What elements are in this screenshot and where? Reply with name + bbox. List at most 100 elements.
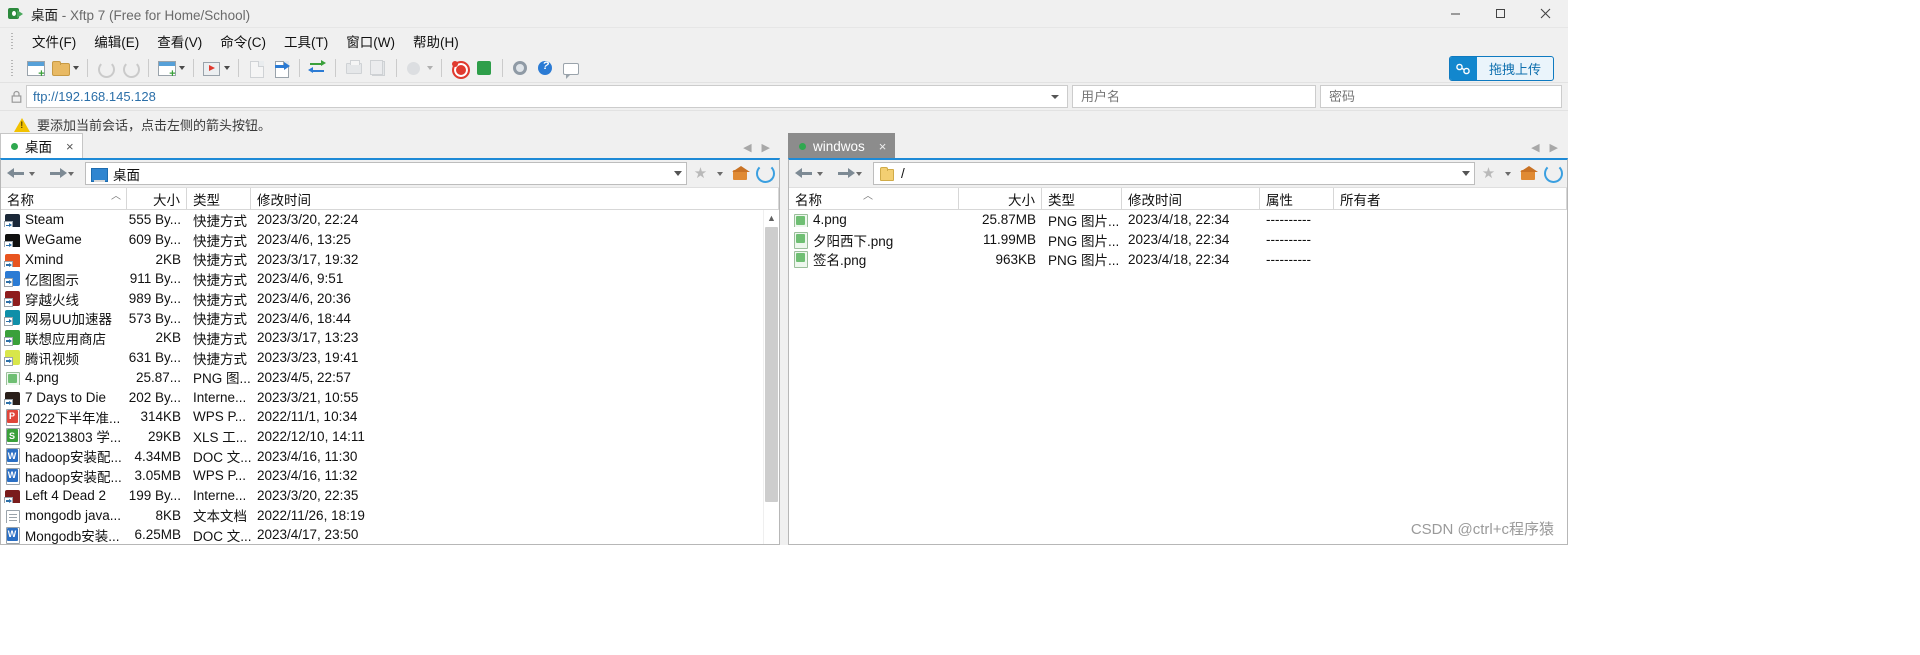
drag-upload-button[interactable]: 拖拽上传 [1448, 56, 1554, 81]
local-header-modified[interactable]: 修改时间 [251, 188, 779, 209]
chevron-down-icon[interactable] [224, 65, 230, 70]
menu-file[interactable]: 文件(F) [23, 28, 85, 54]
local-vertical-scrollbar[interactable]: ▲ [763, 210, 779, 544]
local-back-button[interactable] [3, 167, 42, 180]
remote-tab-windwos[interactable]: windwos × [788, 133, 896, 158]
table-row[interactable]: 4.png 25.87... PNG 图... 2023/4/5, 22:57 [1, 368, 779, 388]
tab-scroll-left-icon[interactable]: ◀ [743, 141, 751, 154]
remote-header-name[interactable]: 名称 [789, 188, 959, 209]
options-button[interactable] [508, 56, 533, 80]
tab-scroll-left-icon[interactable]: ◀ [1531, 141, 1539, 154]
username-input[interactable] [1079, 88, 1309, 105]
chevron-down-icon[interactable] [29, 171, 35, 176]
local-home-button[interactable] [729, 162, 752, 185]
local-path-combobox[interactable]: 桌面 [85, 162, 687, 185]
table-row[interactable]: 联想应用商店 2KB 快捷方式 2023/3/17, 13:23 [1, 328, 779, 348]
local-file-list[interactable]: Steam 555 By... 快捷方式 2023/3/20, 22:24 WeGame… [1, 210, 779, 544]
new-session-button[interactable]: + [23, 56, 48, 80]
menu-edit[interactable]: 编辑(E) [85, 28, 148, 54]
table-row[interactable]: 腾讯视频 631 By... 快捷方式 2023/3/23, 19:41 [1, 348, 779, 368]
toolbar-drag-grip[interactable] [10, 59, 15, 76]
open-folder-button[interactable] [48, 56, 82, 80]
local-header-size[interactable]: 大小 [127, 188, 187, 209]
table-row[interactable]: W Mongodb安装... 6.25MB DOC 文... 2023/4/17, 23… [1, 525, 779, 544]
table-row[interactable]: Left 4 Dead 2 199 By... Interne... 2023/3/2… [1, 486, 779, 506]
local-bookmark-button[interactable]: ★ [689, 162, 712, 185]
table-row[interactable]: 穿越火线 989 By... 快捷方式 2023/4/6, 20:36 [1, 289, 779, 309]
remote-header-owner[interactable]: 所有者 [1334, 188, 1567, 209]
chevron-down-icon[interactable] [817, 171, 823, 176]
address-input[interactable] [31, 88, 1047, 105]
table-row[interactable]: 夕阳西下.png 11.99MB PNG 图片... 2023/4/18, 22:34… [789, 230, 1567, 250]
disconnect-button[interactable] [118, 56, 143, 80]
menu-window[interactable]: 窗口(W) [337, 28, 404, 54]
print-button[interactable] [341, 56, 366, 80]
table-row[interactable]: P 2022下半年准... 314KB WPS P... 2022/11/1, 10:3… [1, 407, 779, 427]
table-row[interactable]: 7 Days to Die 202 By... Interne... 2023/3/2… [1, 387, 779, 407]
table-row[interactable]: Steam 555 By... 快捷方式 2023/3/20, 22:24 [1, 210, 779, 230]
password-field[interactable] [1320, 85, 1562, 108]
chevron-down-icon[interactable] [427, 65, 433, 70]
table-row[interactable]: 亿图图示 911 By... 快捷方式 2023/4/6, 9:51 [1, 269, 779, 289]
menu-command[interactable]: 命令(C) [211, 28, 275, 54]
chevron-down-icon[interactable] [73, 65, 79, 70]
chevron-down-icon[interactable] [1051, 94, 1059, 99]
remote-header-modified[interactable]: 修改时间 [1122, 188, 1260, 209]
minimize-button[interactable] [1433, 0, 1478, 27]
transfer-start-button[interactable] [199, 56, 233, 80]
remote-bookmark-dropdown[interactable] [1502, 162, 1515, 185]
remote-header-type[interactable]: 类型 [1042, 188, 1122, 209]
table-row[interactable]: S 920213803 学... 29KB XLS 工... 2022/12/10, 1… [1, 427, 779, 447]
close-button[interactable] [1523, 0, 1568, 27]
chevron-down-icon[interactable] [1462, 171, 1470, 176]
table-row[interactable]: 网易UU加速器 573 By... 快捷方式 2023/4/6, 18:44 [1, 308, 779, 328]
remote-refresh-button[interactable] [1542, 162, 1565, 185]
local-forward-button[interactable] [42, 167, 81, 180]
remote-header-attributes[interactable]: 属性 [1260, 188, 1334, 209]
remote-header-size[interactable]: 大小 [959, 188, 1042, 209]
table-row[interactable]: Whadoop安装配... 4.34MB DOC 文... 2023/4/16, 11… [1, 446, 779, 466]
table-row[interactable]: Whadoop安装配... 3.05MB WPS P... 2023/4/16, 11… [1, 466, 779, 486]
xshell-button[interactable] [447, 56, 472, 80]
view-mode-button[interactable] [402, 56, 436, 80]
chevron-down-icon[interactable] [179, 65, 185, 70]
maximize-button[interactable] [1478, 0, 1523, 27]
tab-scroll-right-icon[interactable]: ▶ [762, 141, 770, 154]
remote-bookmark-button[interactable]: ★ [1477, 162, 1500, 185]
remote-back-button[interactable] [791, 167, 830, 180]
menu-view[interactable]: 查看(V) [148, 28, 211, 54]
reconnect-button[interactable] [93, 56, 118, 80]
table-row[interactable]: 4.png 25.87MB PNG 图片... 2023/4/18, 22:34 ---… [789, 210, 1567, 230]
help-button[interactable] [533, 56, 558, 80]
table-row[interactable]: WeGame 609 By... 快捷方式 2023/4/6, 13:25 [1, 230, 779, 250]
remote-forward-button[interactable] [830, 167, 869, 180]
chevron-down-icon[interactable] [68, 171, 74, 176]
new-window-button[interactable]: + [154, 56, 188, 80]
transfer-file-button[interactable] [269, 56, 294, 80]
menu-drag-grip[interactable] [10, 32, 15, 49]
close-icon[interactable]: × [66, 139, 74, 154]
tab-scroll-right-icon[interactable]: ▶ [1550, 141, 1558, 154]
menu-tools[interactable]: 工具(T) [275, 28, 337, 54]
xftp-green-button[interactable] [472, 56, 497, 80]
menu-help[interactable]: 帮助(H) [404, 28, 468, 54]
scroll-up-icon[interactable]: ▲ [764, 210, 779, 225]
sync-button[interactable] [305, 56, 330, 80]
local-scrollbar-thumb[interactable] [765, 227, 778, 502]
remote-path-combobox[interactable]: / [873, 162, 1475, 185]
chevron-down-icon[interactable] [674, 171, 682, 176]
table-row[interactable]: 签名.png 963KB PNG 图片... 2023/4/18, 22:34 ----… [789, 249, 1567, 269]
panel-splitter[interactable] [780, 133, 788, 545]
copy-button[interactable] [366, 56, 391, 80]
password-input[interactable] [1327, 88, 1555, 105]
new-file-button[interactable] [244, 56, 269, 80]
local-tab-desktop[interactable]: 桌面 × [0, 133, 83, 158]
address-combobox[interactable] [26, 85, 1068, 108]
table-row[interactable]: Xmind 2KB 快捷方式 2023/3/17, 19:32 [1, 249, 779, 269]
local-bookmark-dropdown[interactable] [714, 162, 727, 185]
table-row[interactable]: mongodb java... 8KB 文本文档 2022/11/26, 18:19 [1, 505, 779, 525]
remote-home-button[interactable] [1517, 162, 1540, 185]
username-field[interactable] [1072, 85, 1316, 108]
feedback-button[interactable] [558, 56, 583, 80]
chevron-down-icon[interactable] [856, 171, 862, 176]
